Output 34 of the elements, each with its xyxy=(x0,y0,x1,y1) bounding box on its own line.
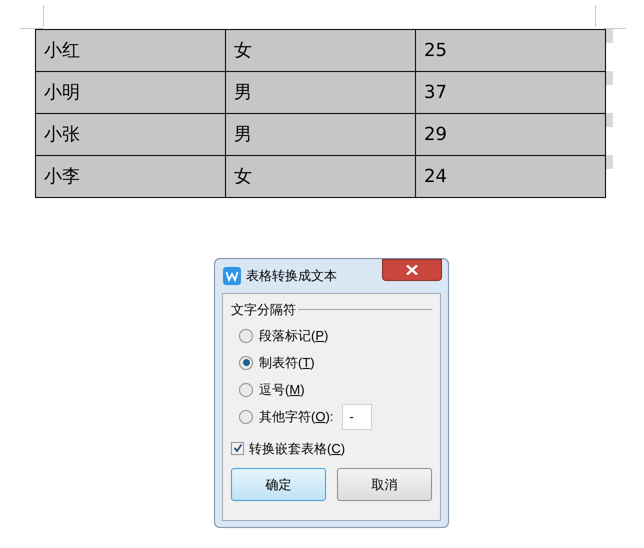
group-label: 文字分隔符 xyxy=(231,301,296,319)
table-cell: 小红 xyxy=(36,30,226,72)
table-cell: 29 xyxy=(416,114,606,156)
checkbox-label: 转换嵌套表格(C) xyxy=(249,440,346,458)
radio-button[interactable] xyxy=(239,382,253,396)
input-field[interactable]: - xyxy=(342,404,372,430)
table-cell: 37 xyxy=(416,72,606,114)
table-cell: 小李 xyxy=(36,156,226,198)
dialog-button[interactable]: 确定 xyxy=(231,468,326,501)
table-cell: 25 xyxy=(416,30,606,72)
table-cell: 男 xyxy=(226,114,416,156)
option-label: 段落标记(P) xyxy=(259,326,328,345)
table-cell: 小明 xyxy=(36,72,226,114)
row-end-marker xyxy=(606,29,613,43)
radio-button[interactable] xyxy=(239,328,253,342)
table-cell: 24 xyxy=(416,156,606,198)
option-label: 逗号(M) xyxy=(259,380,305,399)
row-end-marker xyxy=(606,155,613,169)
radio-button[interactable] xyxy=(239,356,253,370)
window-title: 表格转换成文本 xyxy=(246,267,337,285)
table-cell: 女 xyxy=(226,30,416,72)
radio-button[interactable] xyxy=(239,410,253,424)
close-button[interactable] xyxy=(382,259,442,281)
table-cell: 女 xyxy=(226,156,416,198)
option-label: 其他字符(O): xyxy=(259,408,334,426)
row-end-marker xyxy=(606,71,613,85)
table-cell: 男 xyxy=(226,72,416,114)
option-label: 制表符(T) xyxy=(259,354,315,372)
app-icon xyxy=(223,266,241,285)
table-cell: 小张 xyxy=(36,114,226,156)
row-end-marker xyxy=(606,113,613,127)
dialog-button[interactable]: 取消 xyxy=(337,468,432,501)
checkbox[interactable] xyxy=(231,442,244,455)
close-icon xyxy=(406,265,418,275)
